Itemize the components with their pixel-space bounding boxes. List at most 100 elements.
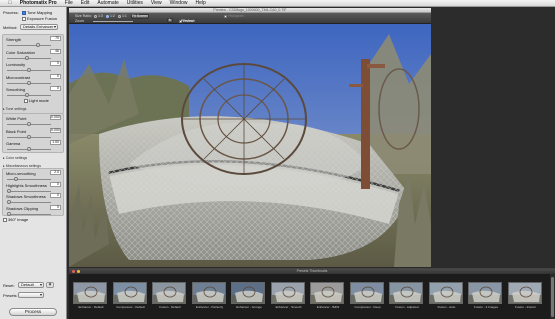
slider-knob[interactable] [27,80,31,85]
strip-scrollbar[interactable] [550,274,555,319]
param-label: Smoothing [6,87,26,92]
preset-thumbnail-label: Fusion - Auto [437,305,456,309]
tone-mapping-option[interactable]: Tone Mapping [22,10,52,15]
param-slider[interactable] [7,134,51,139]
exposure-fusion-radio[interactable] [22,16,26,21]
param-slider[interactable] [7,80,51,85]
size-radio-1-2[interactable] [106,14,109,18]
menu-automate[interactable]: Automate [97,0,118,6]
preset-thumbnail-label: Fusion - Interior [514,305,536,309]
histogram-checkbox[interactable] [224,14,227,18]
zoom-slider[interactable] [93,21,133,22]
menu-app-name[interactable]: Photomatix Pro [20,0,57,6]
image-360-option[interactable]: 360° image [3,217,28,222]
tone-mapping-radio[interactable] [22,10,26,15]
slider-knob[interactable] [24,93,29,97]
preset-thumbnail[interactable]: Enhancer - Smooth [270,282,307,312]
strip-scrollbar-thumb[interactable] [551,277,554,317]
slider-knob[interactable] [35,43,40,47]
param-slider[interactable] [7,211,51,216]
preset-thumbnail[interactable]: Fusion - Default [152,282,188,312]
color-settings-toggle[interactable]: Color settings [3,156,63,160]
param-slider[interactable] [7,200,51,204]
slider-knob[interactable] [27,122,31,126]
slider-knob[interactable] [27,147,31,151]
preset-thumbnail[interactable]: Compressor - Deep [349,282,386,312]
slider-knob[interactable] [7,200,12,204]
menu-utilities[interactable]: Utilities [127,0,143,6]
param-slider[interactable] [7,55,51,60]
preset-thumbnail[interactable]: Fusion - Interior [507,282,544,312]
param-slider[interactable] [7,43,51,47]
boat-photo [69,24,431,267]
preview-image[interactable] [69,24,431,267]
preset-thumbnail[interactable]: Fusion - 2 Images [468,282,504,312]
preset-thumbnail-label: Compressor - Deep [354,305,381,309]
save-preset-icon[interactable]: ◉ [46,282,54,288]
refresh-icon[interactable]: ↻ [167,18,173,23]
preset-thumbnail[interactable]: Fusion - Adjusted [389,282,425,312]
size-option-1-3[interactable]: 1:3 [94,14,103,18]
process-button[interactable]: Process [9,308,57,316]
preset-thumbnail[interactable]: Enhancer - Grunge [231,282,267,312]
menu-window[interactable]: Window [170,0,188,6]
preset-thumbnail[interactable]: Enhancer - Default [73,282,109,312]
size-option-1-2[interactable]: 1:2 [106,14,115,18]
param-label: Shadows Clipping [6,205,39,211]
preset-thumbnail-image [152,282,186,304]
slider-knob[interactable] [27,68,31,72]
param-value-field[interactable]: 0 [50,204,61,210]
close-icon[interactable] [72,270,75,273]
param-slider[interactable] [7,68,51,72]
histogram-option[interactable]: Histogram [224,14,244,18]
exposure-fusion-option[interactable]: Exposure Fusion [22,16,57,21]
image-360-checkbox[interactable] [3,217,7,222]
slider-knob[interactable] [13,177,18,181]
preset-thumbnail-image [112,282,147,304]
param-slider[interactable] [7,177,51,181]
light-mode-checkbox[interactable] [24,98,28,103]
minimize-icon[interactable] [77,270,80,273]
size-radio-1-3[interactable] [94,14,97,18]
slider-knob[interactable] [27,134,31,139]
param-label: White Point [6,116,27,121]
light-mode-option[interactable]: Light mode [24,98,49,103]
param-value-field[interactable]: 0.000 [50,127,61,133]
param-value-field[interactable]: 46 [50,48,61,54]
param-value-field[interactable]: 0 [50,181,61,187]
menu-edit[interactable]: Edit [81,0,90,6]
param-slider[interactable] [7,122,51,126]
param-value-field[interactable]: 0 [50,86,61,91]
preset-thumbnail[interactable]: Compressor - Default [112,282,149,312]
size-option-1-1[interactable]: 1:1 [118,14,127,18]
param-value-field[interactable]: 1.00 [50,140,61,145]
apple-icon[interactable]:  [8,0,12,6]
preset-thumbnail[interactable]: Fusion - Auto [428,282,465,312]
reset-select[interactable]: Default [18,282,44,288]
param-value-field[interactable]: 0.000 [50,115,61,120]
param-label: Highlights Smoothness [6,182,47,188]
slider-knob[interactable] [25,55,30,60]
presets-thumbnails-panel: Presets Thumbnails Enhancer - Default Com… [69,268,555,319]
param-slider[interactable] [7,147,51,151]
preset-thumbnail[interactable]: Enhancer - B&W [310,282,346,312]
param-slider[interactable] [7,188,51,193]
param-value-field[interactable]: 2.0 [50,170,61,175]
param-value-field[interactable]: 0 [50,61,61,66]
fit-screen-button[interactable]: Fit Screen [131,14,149,19]
menu-help[interactable]: Help [195,0,205,6]
param-label: Strength [6,37,22,42]
menu-file[interactable]: File [65,0,73,6]
presets-select[interactable] [18,292,44,298]
slider-knob[interactable] [7,211,12,216]
size-radio-1-1[interactable] [118,14,121,18]
param-value-field[interactable]: 70 [50,36,61,41]
preset-thumbnail[interactable]: Enhancer - Painterly [191,282,228,312]
tone-settings-toggle[interactable]: Tone settings [3,107,63,111]
param-slider[interactable] [7,93,51,97]
method-select[interactable]: Details Enhancer [20,24,58,30]
param-value-field[interactable]: 0 [50,73,61,79]
menu-view[interactable]: View [151,0,162,6]
param-value-field[interactable]: 0 [50,193,61,198]
slider-knob[interactable] [7,188,12,193]
